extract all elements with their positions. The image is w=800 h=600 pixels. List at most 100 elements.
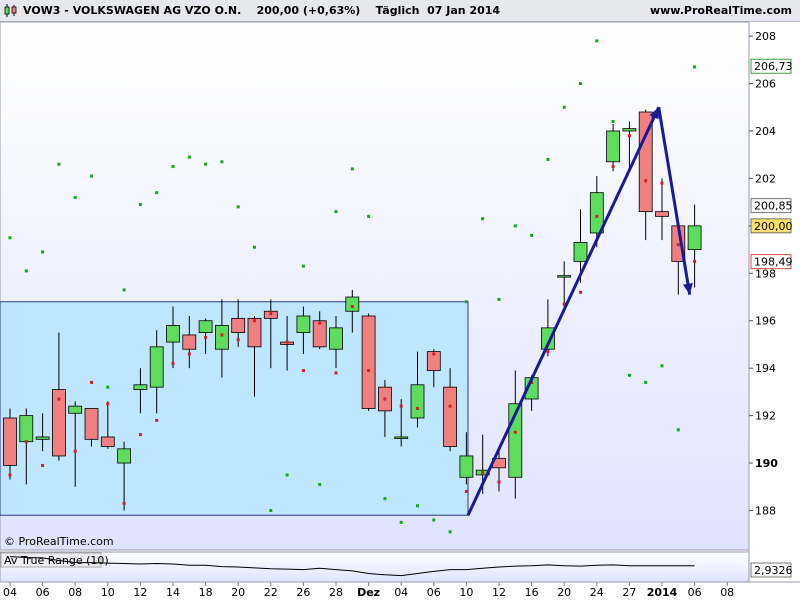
target-marker [253, 245, 256, 249]
target-marker [448, 530, 452, 534]
candle-down [655, 211, 669, 217]
stoploss-marker [579, 290, 582, 294]
x-tick-label: 24 [590, 586, 604, 599]
x-tick-label: 04 [394, 586, 408, 599]
target-marker [350, 167, 354, 171]
candle-up [410, 384, 425, 419]
candle-up [117, 448, 131, 464]
price-label-current: 200,00 [754, 220, 793, 233]
stoploss-marker [611, 165, 615, 169]
target-marker [285, 473, 289, 477]
stoploss-marker [481, 471, 485, 475]
stoploss-marker [448, 404, 452, 408]
candle-up [329, 327, 343, 350]
y-tick-label: 198 [755, 267, 776, 280]
y-tick-label: 202 [755, 172, 776, 185]
target-marker [318, 482, 322, 486]
candle-up [68, 405, 83, 414]
target-marker [383, 497, 387, 501]
stoploss-marker [171, 361, 175, 365]
candle-up [149, 346, 164, 388]
candle-down [100, 436, 115, 447]
stoploss-marker [73, 449, 77, 453]
stoploss-marker [432, 352, 436, 356]
stoploss-marker [187, 352, 191, 356]
y-tick-label: 190 [755, 457, 778, 470]
candle-up [622, 128, 637, 132]
target-marker [269, 509, 273, 512]
candle-up [166, 325, 180, 343]
target-marker [138, 203, 142, 207]
x-tick-label: 06 [427, 586, 441, 599]
target-marker [676, 428, 680, 432]
target-marker [416, 504, 419, 508]
stoploss-marker [497, 480, 501, 484]
target-marker [24, 269, 28, 273]
stoploss-marker [367, 369, 371, 373]
x-tick-label: 10 [101, 586, 115, 599]
target-marker [660, 364, 664, 368]
target-marker [546, 157, 550, 161]
stoploss-marker [155, 418, 159, 422]
y-tick-label: 196 [755, 315, 776, 328]
candle-up [296, 315, 311, 334]
target-marker [41, 250, 45, 254]
target-marker [73, 195, 77, 199]
target-marker [513, 224, 517, 228]
x-tick-label: 2014 [647, 586, 678, 599]
x-tick-label: 27 [622, 586, 636, 599]
stoploss-marker [627, 134, 631, 138]
candle-down [247, 317, 262, 348]
stoploss-marker [464, 490, 468, 494]
stoploss-marker [24, 440, 28, 444]
target-marker [611, 119, 615, 123]
y-tick-label: 188 [755, 505, 776, 518]
target-marker [90, 174, 93, 178]
y-tick-label: 206 [755, 78, 776, 91]
stoploss-marker [220, 333, 224, 337]
atr-value-label: 2,9326 [754, 564, 793, 577]
stoploss-marker [90, 380, 93, 384]
candle-up [345, 296, 360, 312]
x-tick-label: 08 [68, 586, 82, 599]
stoploss-marker [122, 501, 126, 505]
candle-up [394, 436, 409, 439]
price-label-plain: 200,85 [754, 200, 793, 213]
target-marker [530, 233, 534, 237]
target-marker [497, 297, 501, 301]
stoploss-marker [204, 335, 208, 339]
y-tick-label: 194 [755, 362, 776, 375]
stoploss-marker [236, 338, 240, 342]
target-marker [579, 82, 582, 86]
x-tick-label: 28 [329, 586, 343, 599]
x-tick-label: 18 [199, 586, 213, 599]
y-tick-label: 208 [755, 30, 776, 43]
target-marker [204, 162, 208, 166]
target-marker [644, 380, 648, 384]
stoploss-marker [269, 312, 273, 316]
target-marker [562, 105, 566, 109]
target-marker [8, 236, 12, 240]
x-tick-label: 12 [492, 586, 506, 599]
x-tick-label: 04 [3, 586, 17, 599]
target-marker [57, 162, 61, 166]
stoploss-marker [399, 404, 403, 408]
price-label-target: 206,73 [754, 60, 793, 73]
target-marker [432, 518, 436, 522]
target-marker [334, 210, 338, 214]
candle-down [312, 320, 327, 348]
stoploss-marker [301, 369, 305, 373]
target-marker [155, 191, 159, 195]
candle-up [198, 320, 213, 333]
stoploss-marker [513, 430, 517, 434]
stoploss-marker [106, 402, 110, 406]
stoploss-marker [416, 407, 419, 411]
stoploss-marker [644, 179, 648, 183]
target-marker [122, 288, 126, 292]
price-label-stoploss: 198,49 [754, 256, 793, 269]
watermark-text: © ProRealTime.com [4, 535, 114, 548]
y-tick-label: 192 [755, 410, 776, 423]
stoploss-marker [138, 433, 142, 437]
candle-up [214, 325, 229, 350]
candle-down [231, 317, 246, 334]
